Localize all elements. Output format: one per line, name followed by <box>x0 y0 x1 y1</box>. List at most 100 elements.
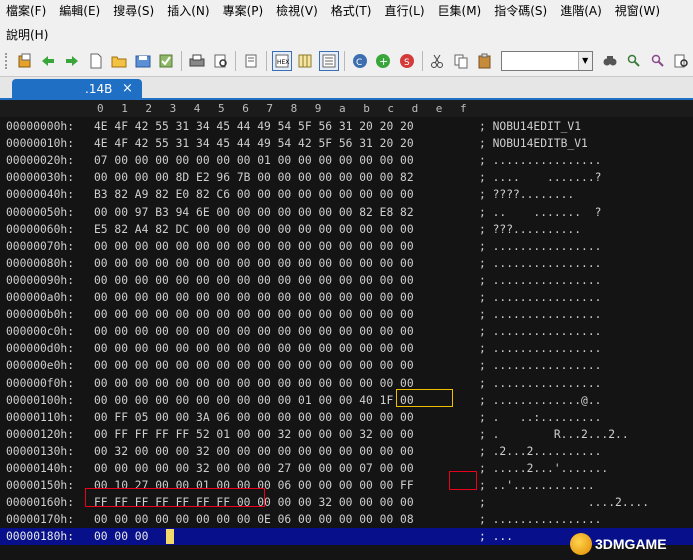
row-ascii[interactable]: ; ................ <box>479 513 601 526</box>
row-ascii[interactable]: ; .. ....... ? <box>479 206 601 219</box>
print-icon[interactable] <box>187 51 207 71</box>
row-bytes[interactable]: 4E 4F 42 55 31 34 45 44 49 54 5F 56 31 2… <box>94 120 414 133</box>
row-ascii[interactable]: ; ???.......... <box>479 223 581 236</box>
row1-9[interactable]: 指令碼(S) <box>488 1 554 21</box>
row-ascii[interactable]: ; ................ <box>479 308 601 321</box>
hex-row[interactable]: 00000040h: B3 82 A9 82 E0 82 C6 00 00 00 … <box>0 186 693 203</box>
hex-row[interactable]: 000000a0h: 00 00 00 00 00 00 00 00 00 00 … <box>0 289 693 306</box>
back-icon[interactable] <box>39 51 59 71</box>
hex-row[interactable]: 00000000h: 4E 4F 42 55 31 34 45 44 49 54 … <box>0 118 693 135</box>
row-ascii[interactable]: ; NOBU14EDIT_V1 <box>479 120 581 133</box>
column-mode-icon[interactable] <box>296 51 316 71</box>
row-bytes[interactable]: 00 00 00 00 00 00 00 00 00 00 00 00 00 0… <box>94 257 414 270</box>
row1-0[interactable]: 檔案(F) <box>0 1 53 21</box>
row-ascii[interactable]: ; ................ <box>479 257 601 270</box>
row-ascii[interactable]: ; .....2...'....... <box>479 462 608 475</box>
hex-row[interactable]: 00000170h: 00 00 00 00 00 00 00 00 0E 06 … <box>0 511 693 528</box>
row-bytes[interactable]: 00 00 00 00 00 00 00 00 00 00 00 00 00 0… <box>94 377 414 390</box>
hex-row[interactable]: 00000010h: 4E 4F 42 55 31 34 45 44 49 54 … <box>0 135 693 152</box>
hex-row[interactable]: 00000110h: 00 FF 05 00 00 3A 06 00 00 00 … <box>0 409 693 426</box>
row-bytes[interactable]: 00 00 00 00 00 00 00 00 00 00 00 00 00 0… <box>94 359 414 372</box>
row-ascii[interactable]: ; ????........ <box>479 188 574 201</box>
hex-row[interactable]: 00000100h: 00 00 00 00 00 00 00 00 00 00 … <box>0 392 693 409</box>
hex-row[interactable]: 00000070h: 00 00 00 00 00 00 00 00 00 00 … <box>0 238 693 255</box>
row-bytes[interactable]: 00 00 00 00 00 00 00 00 00 00 00 00 00 0… <box>94 325 414 338</box>
hex-row[interactable]: 00000030h: 00 00 00 00 8D E2 96 7B 00 00 … <box>0 169 693 186</box>
hex-editor[interactable]: 0 1 2 3 4 5 6 7 8 9 a b c d e f 00000000h: 4E 4F 42 55 3… <box>0 100 693 560</box>
row1-8[interactable]: 巨集(M) <box>432 1 489 21</box>
print-preview-icon[interactable] <box>211 51 231 71</box>
row-bytes[interactable]: 00 00 00 00 00 00 00 00 00 00 00 00 00 0… <box>94 291 414 304</box>
row-ascii[interactable]: ; .... .......? <box>479 171 601 184</box>
close-icon[interactable]: × <box>122 81 133 96</box>
row1-7[interactable]: 直行(L) <box>378 1 431 21</box>
add-icon[interactable]: + <box>373 51 393 71</box>
row-ascii[interactable]: ; ................ <box>479 154 601 167</box>
toolbar-combo[interactable]: ▼ <box>500 51 593 71</box>
save-icon[interactable] <box>133 51 153 71</box>
row-ascii[interactable]: ; ... <box>479 530 513 543</box>
hex-row[interactable]: 000000d0h: 00 00 00 00 00 00 00 00 00 00 … <box>0 340 693 357</box>
tab-14b[interactable]: .14B × <box>12 79 142 99</box>
row-bytes[interactable]: 00 00 00 00 00 00 00 00 00 00 00 00 00 0… <box>94 240 414 253</box>
chevron-down-icon[interactable]: ▼ <box>577 52 592 70</box>
row-ascii[interactable]: ; NOBU14EDITB_V1 <box>479 137 588 150</box>
row-bytes[interactable]: 00 00 00 00 00 00 00 00 0E 06 00 00 00 0… <box>94 513 414 526</box>
spell-icon[interactable]: S <box>397 51 417 71</box>
new-file-icon[interactable] <box>86 51 106 71</box>
row-ascii[interactable]: ; ................ <box>479 342 601 355</box>
save-all-icon[interactable] <box>157 51 177 71</box>
row1-1[interactable]: 編輯(E) <box>53 1 107 21</box>
copy-icon[interactable] <box>451 51 471 71</box>
row1-6[interactable]: 格式(T) <box>325 1 379 21</box>
row-ascii[interactable]: ; .............@.. <box>479 394 601 407</box>
row-bytes[interactable]: 00 00 00 00 00 32 00 00 00 27 00 00 00 0… <box>94 462 414 475</box>
row-bytes[interactable]: 00 00 00 00 00 00 00 00 00 00 00 00 00 0… <box>94 274 414 287</box>
row-bytes[interactable]: 00 00 00 00 00 00 00 00 00 00 00 00 00 0… <box>94 342 414 355</box>
hex-row[interactable]: 00000050h: 00 00 97 B3 94 6E 00 00 00 00 … <box>0 204 693 221</box>
row1-11[interactable]: 視窗(W) <box>609 1 667 21</box>
row-bytes[interactable]: 00 FF FF FF FF 52 01 00 00 32 00 00 00 3… <box>94 428 414 441</box>
hex-row[interactable]: 000000b0h: 00 00 00 00 00 00 00 00 00 00 … <box>0 306 693 323</box>
row1-3[interactable]: 插入(N) <box>161 1 216 21</box>
row-bytes[interactable]: 00 00 00 <box>94 530 148 543</box>
open-file-icon[interactable] <box>15 51 35 71</box>
row1-5[interactable]: 檢視(V) <box>270 1 325 21</box>
forward-icon[interactable] <box>62 51 82 71</box>
row-bytes[interactable]: 00 10 27 00 00 01 00 00 00 06 00 00 00 0… <box>94 479 414 492</box>
row-ascii[interactable]: ; . R...2...2.. <box>479 428 629 441</box>
row-bytes[interactable]: 00 00 97 B3 94 6E 00 00 00 00 00 00 00 8… <box>94 206 414 219</box>
hex-mode-icon[interactable]: HEX <box>271 51 292 71</box>
hex-row[interactable]: 00000080h: 00 00 00 00 00 00 00 00 00 00 … <box>0 255 693 272</box>
find-in-files-icon[interactable] <box>672 51 692 71</box>
row-bytes[interactable]: 00 FF 05 00 00 3A 06 00 00 00 00 00 00 0… <box>94 411 414 424</box>
cut-icon[interactable] <box>428 51 448 71</box>
row-bytes[interactable]: E5 82 A4 82 DC 00 00 00 00 00 00 00 00 0… <box>94 223 414 236</box>
paste-icon[interactable] <box>475 51 495 71</box>
hex-row[interactable]: 000000f0h: 00 00 00 00 00 00 00 00 00 00 … <box>0 375 693 392</box>
row-bytes[interactable]: FF FF FF FF FF FF FF 00 00 00 00 32 00 0… <box>94 496 414 509</box>
row-bytes[interactable]: 00 00 00 00 8D E2 96 7B 00 00 00 00 00 0… <box>94 171 414 184</box>
row-bytes[interactable]: 4E 4F 42 55 31 34 45 44 49 54 42 5F 56 3… <box>94 137 414 150</box>
find-next-icon[interactable] <box>624 51 644 71</box>
line-numbers-icon[interactable] <box>319 51 339 71</box>
hex-row[interactable]: 00000150h: 00 10 27 00 00 01 00 00 00 06 … <box>0 477 693 494</box>
row1-10[interactable]: 進階(A) <box>554 1 609 21</box>
row-bytes[interactable]: 00 00 00 00 00 00 00 00 00 00 00 00 00 0… <box>94 308 414 321</box>
replace-icon[interactable] <box>648 51 668 71</box>
hex-row[interactable]: 000000c0h: 00 00 00 00 00 00 00 00 00 00 … <box>0 323 693 340</box>
hex-row[interactable]: 00000120h: 00 FF FF FF FF 52 01 00 00 32 … <box>0 426 693 443</box>
hex-row[interactable]: 00000160h: FF FF FF FF FF FF FF 00 00 00 … <box>0 494 693 511</box>
document-properties-icon[interactable] <box>241 51 261 71</box>
row-ascii[interactable]: ; ................ <box>479 274 601 287</box>
row-ascii[interactable]: ; .2...2.......... <box>479 445 601 458</box>
row1-2[interactable]: 搜尋(S) <box>107 1 161 21</box>
row-ascii[interactable]: ; ....2.... <box>479 496 649 509</box>
row-ascii[interactable]: ; ................ <box>479 240 601 253</box>
row1-4[interactable]: 專案(P) <box>217 1 271 21</box>
row2-0[interactable]: 說明(H) <box>0 25 55 45</box>
row-bytes[interactable]: B3 82 A9 82 E0 82 C6 00 00 00 00 00 00 0… <box>94 188 414 201</box>
row-bytes[interactable]: 00 00 00 00 00 00 00 00 00 00 01 00 00 4… <box>94 394 414 407</box>
hex-row[interactable]: 00000090h: 00 00 00 00 00 00 00 00 00 00 … <box>0 272 693 289</box>
row-ascii[interactable]: ; . ..:......... <box>479 411 601 424</box>
